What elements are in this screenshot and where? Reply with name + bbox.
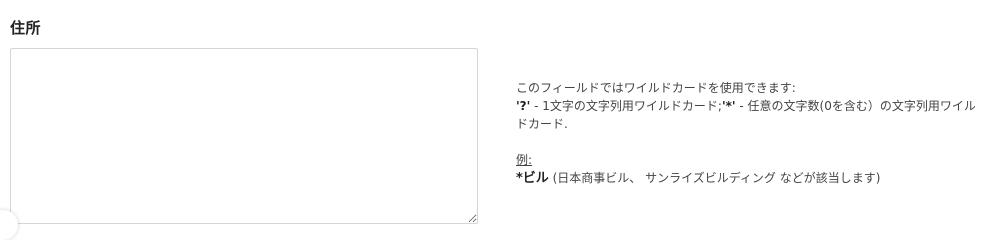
address-label: 住所 [10, 19, 42, 37]
example-heading: 例: [516, 153, 533, 167]
example-term: *ビル [516, 171, 549, 186]
wildcard-question-desc: - 1文字の文字列用ワイルドカード; [530, 99, 722, 113]
example-line: *ビル (日本商事ビル、 サンライズビルディング などが該当します) [516, 169, 986, 188]
address-input-container [10, 48, 478, 224]
wildcard-asterisk: '*' [721, 99, 736, 113]
help-intro: このフィールドではワイルドカードを使用できます: [516, 81, 796, 95]
address-textarea[interactable] [10, 48, 478, 224]
address-search-section: 住所 このフィールドではワイルドカードを使用できます: '?' - 1文字の文字… [0, 0, 1000, 240]
example-desc: (日本商事ビル、 サンライズビルディング などが該当します) [548, 171, 881, 185]
wildcard-question-mark: '?' [516, 99, 531, 113]
wildcard-rules: '?' - 1文字の文字列用ワイルドカード;'*' - 任意の文字数(0を含む）… [516, 97, 986, 133]
wildcard-help: このフィールドではワイルドカードを使用できます: '?' - 1文字の文字列用ワ… [516, 79, 986, 188]
